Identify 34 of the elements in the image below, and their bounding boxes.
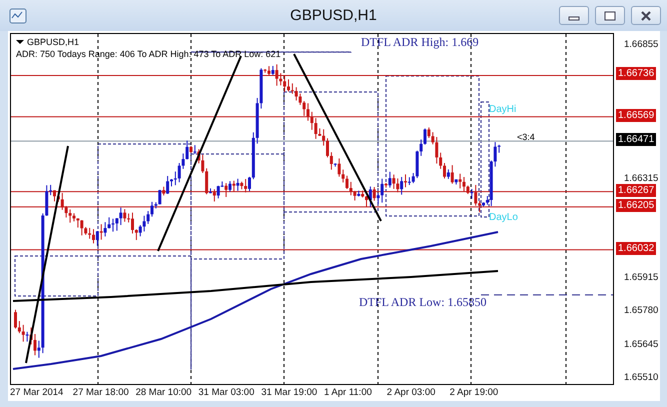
price-level-label: 1.66267 bbox=[616, 184, 656, 197]
chart-window-icon bbox=[9, 8, 27, 24]
time-tick-label: 27 Mar 18:00 bbox=[72, 387, 129, 398]
adr-high-label: DTFL ADR High: 1.669 bbox=[361, 34, 479, 49]
time-tick-label: 31 Mar 03:00 bbox=[198, 387, 254, 398]
price-tick-label: 1.65780 bbox=[623, 305, 658, 318]
time-tick-label: 27 Mar 2014 bbox=[10, 387, 64, 398]
symbol-label: GBPUSD,H1 bbox=[27, 37, 80, 47]
price-level-label: 1.66205 bbox=[616, 198, 656, 212]
time-tick-label: 2 Apr 19:00 bbox=[450, 387, 498, 398]
price-tick-label: 1.66855 bbox=[623, 39, 658, 51]
price-level-label: 1.66569 bbox=[616, 108, 656, 122]
close-icon bbox=[640, 10, 652, 20]
price-level-label: 1.66736 bbox=[616, 67, 656, 80]
maximize-button[interactable] bbox=[595, 6, 625, 25]
time-tick-label: 1 Apr 11:00 bbox=[324, 387, 372, 398]
price-level-label: 1.66471 bbox=[616, 133, 656, 146]
price-tick-label: 1.66315 bbox=[623, 172, 658, 185]
maximize-icon bbox=[604, 10, 616, 20]
price-level-label: 1.66032 bbox=[616, 242, 656, 255]
minimize-button[interactable] bbox=[559, 6, 589, 25]
price-tick-label: 1.65510 bbox=[623, 372, 658, 384]
time-tick-label: 31 Mar 19:00 bbox=[261, 387, 318, 398]
countdown-label: <3:4 bbox=[517, 132, 535, 142]
close-button[interactable] bbox=[631, 6, 661, 25]
time-tick-label: 28 Mar 10:00 bbox=[136, 387, 192, 398]
triangle-icon bbox=[16, 40, 24, 44]
day-high-label: DayHi bbox=[489, 104, 516, 115]
price-tick-label: 1.65915 bbox=[623, 272, 658, 284]
time-tick-label: 2 Apr 03:00 bbox=[386, 387, 436, 398]
window-title: GBPUSD,H1 bbox=[290, 7, 377, 24]
day-low-label: DayLo bbox=[489, 212, 518, 223]
price-tick-label: 1.65645 bbox=[623, 338, 658, 351]
adr-low-label: DTFL ADR Low: 1.65850 bbox=[359, 295, 487, 309]
